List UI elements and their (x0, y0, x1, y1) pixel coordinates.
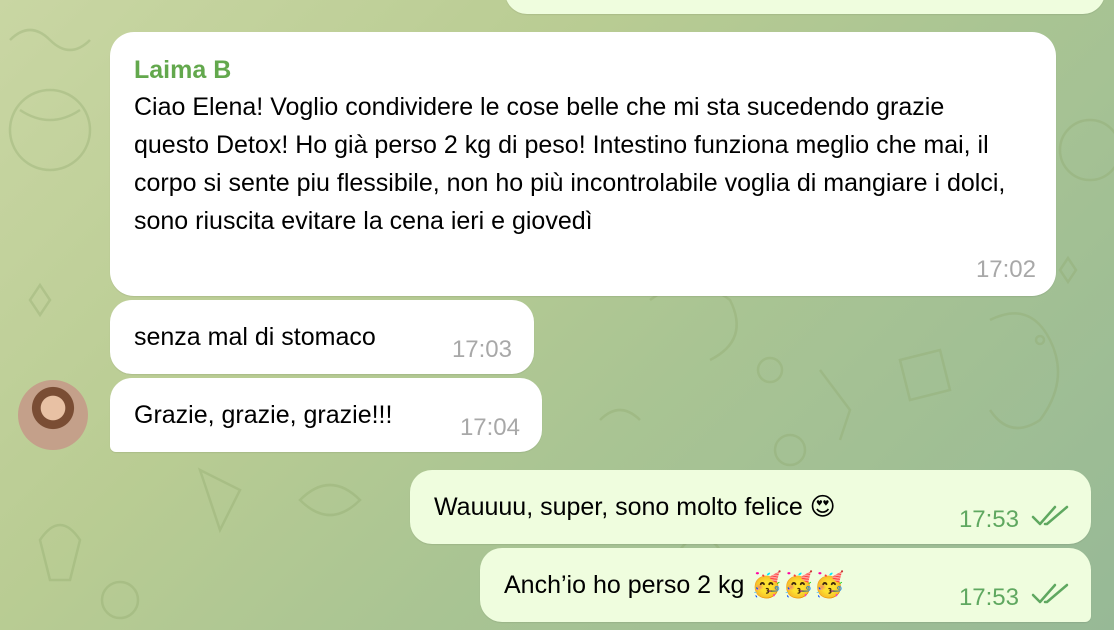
message-time: 17:53 (958, 584, 1019, 611)
message-time: 17:02 (975, 256, 1036, 283)
message-bubble-incoming[interactable]: Grazie, grazie, grazie!!! 17:04 (110, 378, 542, 452)
message-time: 17:04 (459, 414, 520, 441)
message-time: 17:53 (958, 506, 1019, 533)
message-time: 17:03 (451, 336, 512, 363)
sender-name[interactable]: Laima B (134, 52, 1032, 88)
previous-message-bubble (505, 0, 1105, 14)
message-bubble-incoming[interactable]: Laima B Ciao Elena! Voglio condividere l… (110, 32, 1056, 296)
message-bubble-incoming[interactable]: senza mal di stomaco 17:03 (110, 300, 534, 374)
double-check-icon (1031, 583, 1069, 604)
message-bubble-outgoing[interactable]: Wauuuu, super, sono molto felice 😍 17:53 (410, 470, 1091, 544)
message-text: Ciao Elena! Voglio condividere le cose b… (134, 93, 1006, 235)
message-bubble-outgoing[interactable]: Anch’io ho perso 2 kg 🥳🥳🥳 17:53 (480, 548, 1091, 622)
sender-avatar[interactable] (18, 380, 88, 450)
double-check-icon (1031, 505, 1069, 526)
